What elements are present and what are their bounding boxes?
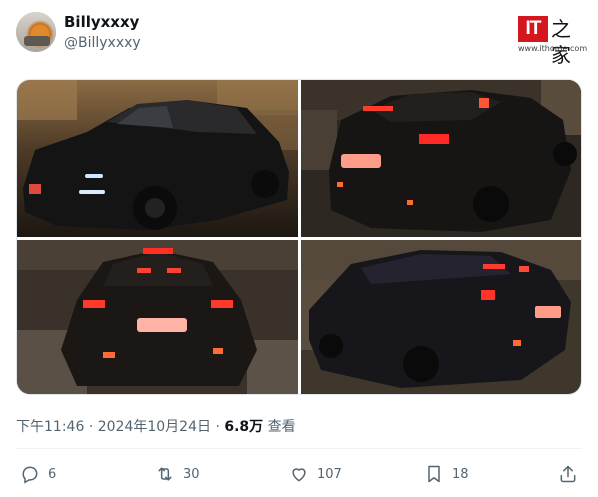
retweet-count: 30 [183,466,200,482]
ithome-watermark-logo: IT 之家 www.ithome.com [518,16,588,67]
views-label: 查看 [267,419,296,435]
reply-button[interactable]: 6 [20,463,56,485]
bookmark-count: 18 [452,466,469,482]
photo-2[interactable] [301,80,581,237]
ithome-logo-url: www.ithome.com [518,44,588,53]
ithome-logo-mark: IT [518,16,548,42]
like-icon [292,468,306,482]
tweet-date[interactable]: 2024年10月24日 [98,419,211,435]
tweet-meta: 下午11:46 · 2024年10月24日 · 6.8万 查看 [16,416,296,436]
meta-separator: · [215,419,220,435]
author-handle[interactable]: @Billyxxxy [64,35,141,51]
bookmark-icon [428,465,440,483]
like-button[interactable]: 107 [289,463,342,485]
photo-3[interactable] [17,240,298,394]
retweet-icon [158,467,172,481]
bookmark-button[interactable]: 18 [424,463,469,485]
meta-separator: · [88,419,94,435]
ithome-logo-chinese: 之家 [551,17,571,67]
author-display-name[interactable]: Billyxxxy [64,13,139,31]
tweet-time[interactable]: 下午11:46 [16,419,84,435]
photo-grid [16,79,582,395]
divider [16,448,582,449]
retweet-button[interactable]: 30 [155,463,200,485]
share-icon [560,465,576,483]
reply-count: 6 [48,466,57,482]
photo-1[interactable] [17,80,298,237]
views-count: 6.8万 [224,419,264,435]
avatar[interactable] [16,12,56,52]
reply-icon [22,466,38,484]
share-button[interactable] [558,463,586,485]
like-count: 107 [317,466,342,482]
photo-4[interactable] [301,240,581,394]
